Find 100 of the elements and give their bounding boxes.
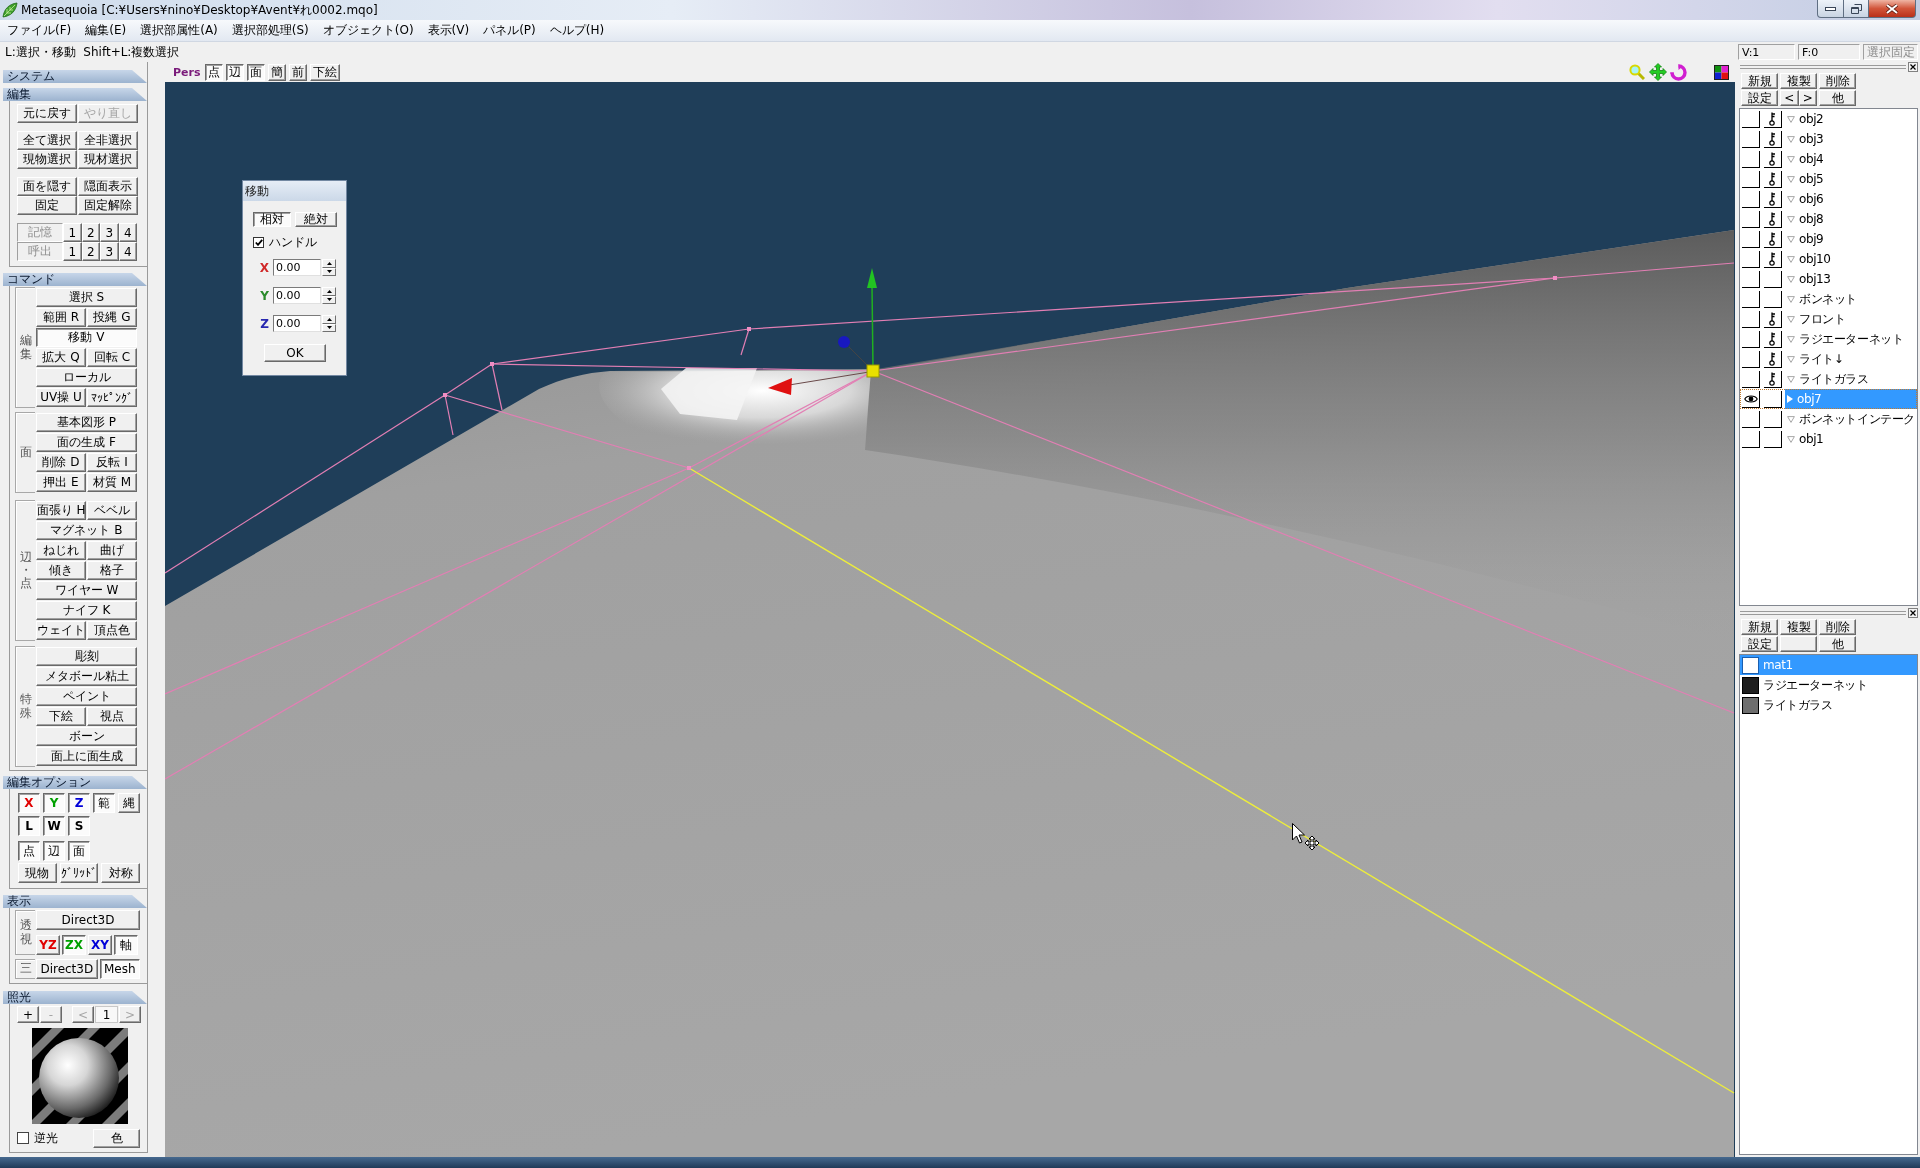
- move-arrows-icon[interactable]: [1649, 63, 1667, 81]
- command-button[interactable]: ベベル: [87, 501, 137, 520]
- lock-toggle[interactable]: [1764, 190, 1782, 208]
- spin-up-button[interactable]: [322, 259, 336, 268]
- panel-button[interactable]: 現材選択: [78, 150, 138, 169]
- backlight-checkbox[interactable]: [17, 1132, 29, 1144]
- command-button[interactable]: 押出 E: [36, 473, 86, 492]
- panel-close-button[interactable]: [1908, 608, 1918, 618]
- visibility-toggle[interactable]: [1742, 170, 1760, 188]
- object-row[interactable]: ライトガラス: [1740, 369, 1917, 389]
- option-toggle[interactable]: 面: [68, 841, 90, 861]
- view-toggle[interactable]: 辺: [225, 63, 244, 81]
- command-button[interactable]: ローカル: [36, 368, 137, 387]
- visibility-toggle[interactable]: [1742, 410, 1760, 428]
- command-button[interactable]: 面の生成 F: [36, 433, 137, 452]
- command-button[interactable]: 彫刻: [36, 647, 137, 666]
- visibility-toggle[interactable]: [1742, 110, 1760, 128]
- visibility-toggle[interactable]: [1742, 290, 1760, 308]
- lock-toggle[interactable]: [1764, 310, 1782, 328]
- object-row[interactable]: obj8: [1740, 209, 1917, 229]
- option-toggle[interactable]: S: [68, 816, 90, 836]
- panel-button[interactable]: 設定: [1741, 636, 1778, 652]
- section-header[interactable]: 表示: [3, 895, 147, 908]
- slot-button[interactable]: 1: [63, 242, 82, 261]
- command-button[interactable]: 投縄 G: [87, 308, 137, 327]
- mode-tab[interactable]: 相対: [253, 212, 291, 227]
- light-button[interactable]: +: [17, 1006, 39, 1023]
- option-toggle[interactable]: 対称: [101, 863, 140, 883]
- lock-toggle[interactable]: [1764, 110, 1782, 128]
- spin-up-button[interactable]: [322, 315, 336, 324]
- menu-item[interactable]: パネル(P): [476, 22, 543, 39]
- command-button[interactable]: ボーン: [36, 727, 137, 746]
- handle-checkbox[interactable]: [253, 236, 264, 248]
- option-toggle[interactable]: L: [18, 816, 40, 836]
- menu-item[interactable]: オブジェクト(O): [315, 22, 421, 39]
- ok-button[interactable]: OK: [264, 344, 326, 362]
- command-button[interactable]: ワイヤー W: [36, 581, 137, 600]
- panel-button[interactable]: 全非選択: [78, 131, 138, 150]
- color-button[interactable]: 色: [93, 1128, 140, 1148]
- menu-item[interactable]: 編集(E): [78, 22, 134, 39]
- option-toggle[interactable]: XY: [88, 935, 112, 955]
- command-button[interactable]: 視点: [87, 707, 137, 726]
- menu-item[interactable]: ファイル(F): [0, 22, 79, 39]
- lock-toggle[interactable]: [1764, 430, 1782, 448]
- option-toggle[interactable]: Z: [68, 793, 90, 813]
- object-row[interactable]: obj10: [1740, 249, 1917, 269]
- lock-toggle[interactable]: [1764, 390, 1782, 408]
- option-toggle[interactable]: 点: [18, 841, 40, 861]
- command-button[interactable]: 頂点色: [87, 621, 137, 640]
- panel-button[interactable]: 現物選択: [17, 150, 77, 169]
- panel-button[interactable]: 元に戻す: [17, 104, 77, 123]
- menu-item[interactable]: ヘルプ(H): [542, 22, 612, 39]
- command-button[interactable]: UV操 U: [36, 388, 86, 407]
- option-toggle[interactable]: 現物: [18, 863, 57, 883]
- spin-down-button[interactable]: [322, 323, 336, 332]
- arrow-button[interactable]: <: [1780, 90, 1799, 106]
- number-field[interactable]: 0.00: [273, 287, 321, 304]
- command-button[interactable]: ねじれ: [36, 541, 86, 560]
- command-button[interactable]: 傾き: [36, 561, 86, 580]
- command-button[interactable]: 面張り H: [36, 501, 86, 520]
- object-row[interactable]: obj2: [1740, 109, 1917, 129]
- number-field[interactable]: 0.00: [273, 259, 321, 276]
- panel-button[interactable]: 他: [1819, 636, 1856, 652]
- visibility-toggle[interactable]: [1742, 350, 1760, 368]
- section-header[interactable]: 編集: [3, 88, 147, 101]
- command-button[interactable]: 材質 M: [87, 473, 137, 492]
- option-toggle[interactable]: 軸: [114, 935, 138, 955]
- object-row[interactable]: obj3: [1740, 129, 1917, 149]
- object-row[interactable]: obj1: [1740, 429, 1917, 449]
- command-button[interactable]: 曲げ: [87, 541, 137, 560]
- restore-button[interactable]: [1844, 0, 1869, 18]
- command-button[interactable]: 範囲 R: [36, 308, 86, 327]
- object-row[interactable]: obj5: [1740, 169, 1917, 189]
- option-toggle[interactable]: Mesh: [99, 959, 140, 979]
- panel-button[interactable]: 削除: [1819, 73, 1856, 89]
- spin-down-button[interactable]: [322, 267, 336, 276]
- lock-toggle[interactable]: [1764, 270, 1782, 288]
- lock-toggle[interactable]: [1764, 230, 1782, 248]
- object-row[interactable]: ラジエーターネット: [1740, 329, 1917, 349]
- panel-button[interactable]: 固定: [17, 196, 77, 215]
- command-button[interactable]: メタボール粘土: [36, 667, 137, 686]
- visibility-toggle[interactable]: [1742, 230, 1760, 248]
- panel-button[interactable]: 新規: [1741, 619, 1778, 635]
- option-toggle[interactable]: 範: [93, 793, 115, 813]
- lock-toggle[interactable]: [1764, 290, 1782, 308]
- panel-button[interactable]: 新規: [1741, 73, 1778, 89]
- view-toggle[interactable]: 簡: [267, 63, 286, 81]
- object-row[interactable]: ボンネットインテーク: [1740, 409, 1917, 429]
- center-handle[interactable]: [866, 364, 880, 378]
- panel-button[interactable]: 面を隠す: [17, 177, 77, 196]
- slot-button[interactable]: 3: [100, 223, 119, 242]
- view-toggle[interactable]: 面: [246, 63, 265, 81]
- visibility-toggle[interactable]: [1742, 330, 1760, 348]
- panel-button[interactable]: 複製: [1780, 73, 1817, 89]
- option-toggle[interactable]: YZ: [36, 935, 60, 955]
- slot-button[interactable]: 3: [100, 242, 119, 261]
- visibility-toggle[interactable]: [1742, 310, 1760, 328]
- visibility-toggle[interactable]: [1742, 370, 1760, 388]
- lock-toggle[interactable]: [1764, 370, 1782, 388]
- lock-toggle[interactable]: [1764, 210, 1782, 228]
